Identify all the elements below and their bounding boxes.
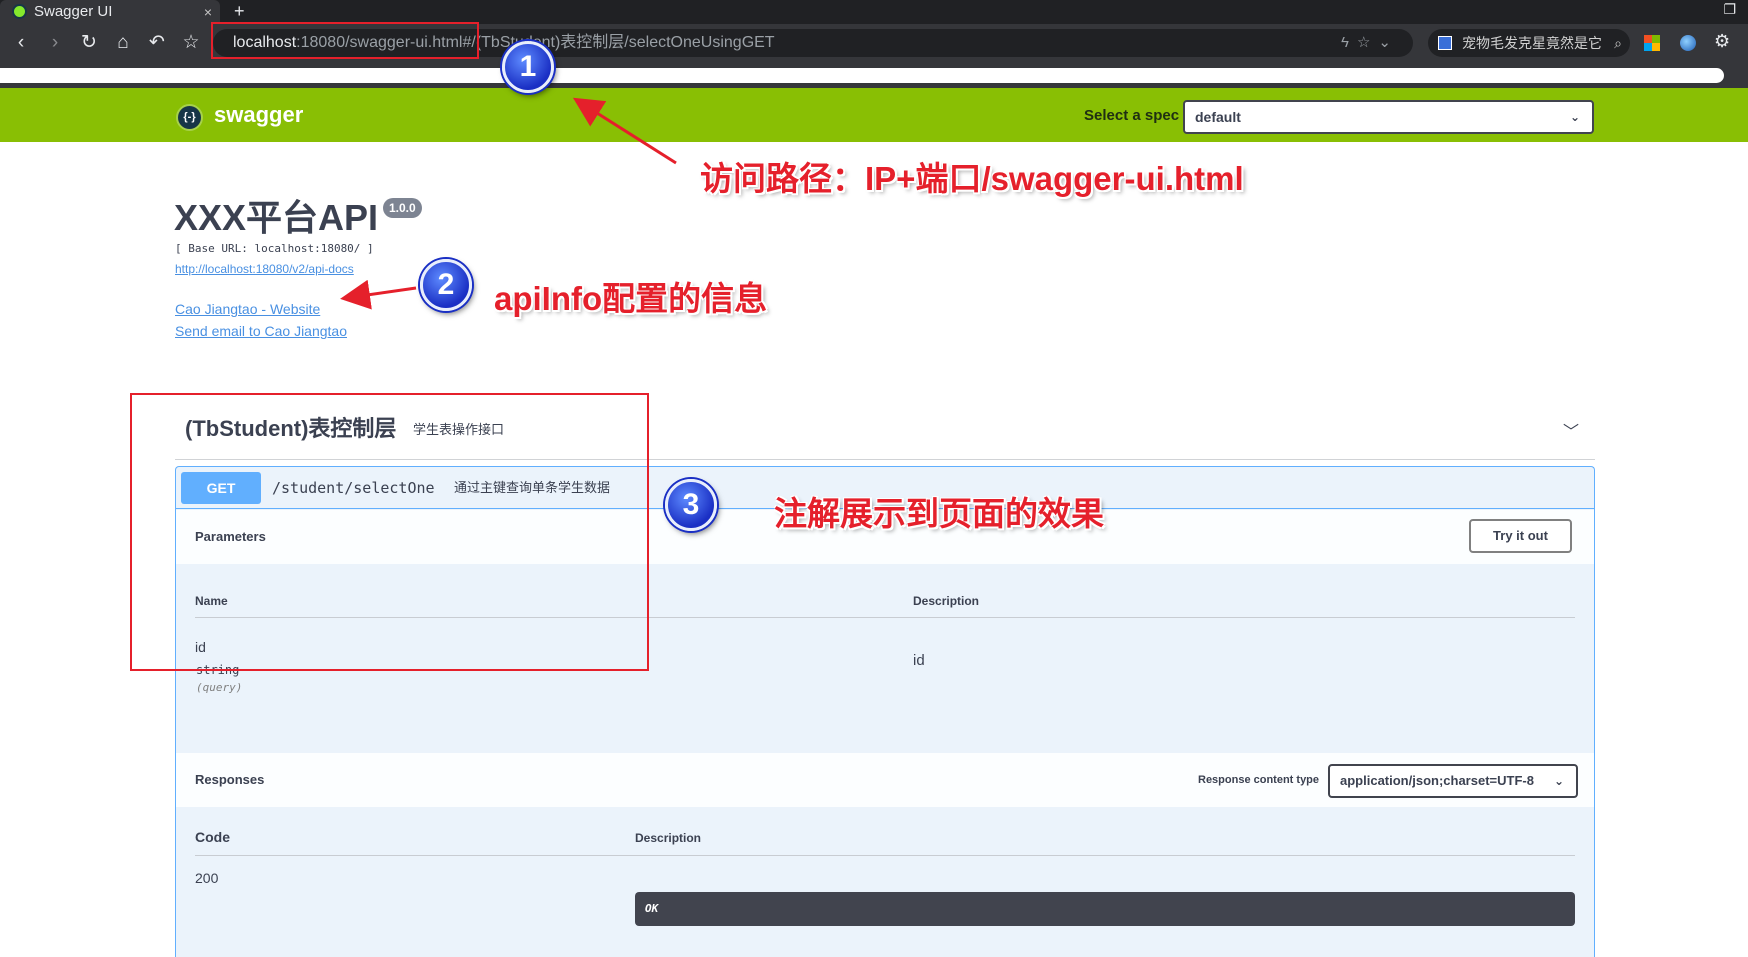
- response-header-code: Code: [195, 829, 230, 845]
- forward-icon[interactable]: ›: [42, 30, 68, 56]
- annotation-badge-3: 3: [665, 479, 717, 531]
- chevron-down-icon[interactable]: ﹀: [1563, 418, 1579, 442]
- browser-tab-bar: Swagger UI × + ❐: [0, 0, 1748, 24]
- search-box[interactable]: 宠物毛发克星竟然是它 ⌕: [1428, 29, 1630, 57]
- swagger-topbar: {-} swagger Select a spec default ⌄: [0, 88, 1748, 142]
- back-icon[interactable]: ‹: [8, 30, 34, 56]
- annotation-tag-box: [130, 393, 649, 671]
- version-badge: 1.0.0: [383, 198, 422, 218]
- new-tab-icon[interactable]: +: [234, 0, 245, 22]
- swagger-logo-icon[interactable]: {-}: [176, 104, 203, 131]
- address-bar-icons[interactable]: ϟ☆⌄: [1341, 29, 1399, 57]
- annotation-note-2: apiInfo配置的信息: [494, 280, 768, 317]
- api-title: XXX平台API: [174, 197, 379, 238]
- chevron-down-icon: ⌄: [1569, 110, 1580, 124]
- response-content-type-select[interactable]: application/json;charset=UTF-8 ⌄: [1328, 764, 1578, 798]
- responses-header: Responses Response content type applicat…: [176, 753, 1594, 807]
- table-divider: [195, 855, 1575, 856]
- search-engine-icon: [1438, 36, 1452, 50]
- orb-extension-icon[interactable]: [1680, 35, 1696, 51]
- try-it-out-button[interactable]: Try it out: [1469, 519, 1572, 553]
- annotation-badge-1: 1: [502, 41, 554, 93]
- response-code: 200: [195, 870, 219, 886]
- response-description: OK: [645, 902, 659, 915]
- chevron-down-icon: ⌄: [1553, 774, 1564, 788]
- spec-select-value: default: [1195, 109, 1241, 125]
- search-icon[interactable]: ⌕: [1614, 29, 1622, 57]
- contact-email-link[interactable]: Send email to Cao Jiangtao: [175, 323, 347, 339]
- param-header-description: Description: [913, 594, 980, 608]
- annotation-url-box: [211, 22, 479, 59]
- response-content-type-label: Response content type: [1198, 774, 1320, 786]
- base-url: [ Base URL: localhost:18080/ ]: [175, 242, 374, 255]
- home-icon[interactable]: ⌂: [110, 30, 136, 56]
- spec-select[interactable]: default ⌄: [1183, 100, 1594, 134]
- param-location: (query): [196, 681, 243, 694]
- contact-website-link[interactable]: Cao Jiangtao - Website: [175, 301, 320, 317]
- swagger-favicon-icon: [12, 4, 27, 19]
- annotation-note-3: 注解展示到页面的效果: [774, 495, 1104, 532]
- screenshot-root: Swagger UI × + ❐ ‹ › ↻ ⌂ ↶ ☆ localhost:1…: [0, 0, 1748, 957]
- restore-window-icon[interactable]: ❐: [1723, 1, 1736, 18]
- tab-title: Swagger UI: [34, 3, 113, 20]
- browser-tab[interactable]: Swagger UI ×: [0, 0, 220, 24]
- gear-icon[interactable]: ⚙: [1714, 32, 1734, 50]
- undo-icon[interactable]: ↶: [144, 30, 170, 56]
- search-suggestion: 宠物毛发克星竟然是它: [1462, 35, 1602, 51]
- response-content-type-value: application/json;charset=UTF-8: [1340, 773, 1534, 788]
- param-description: id: [913, 652, 925, 669]
- annotation-arrow-2: [340, 279, 417, 310]
- bookmarks-bar-strip: [0, 68, 1724, 83]
- windows-extension-icon[interactable]: [1644, 35, 1660, 51]
- annotation-badge-2: 2: [420, 259, 472, 311]
- response-header-description: Description: [635, 831, 702, 845]
- annotation-note-1: 访问路径：IP+端口/swagger-ui.html: [700, 160, 1244, 197]
- reload-icon[interactable]: ↻: [76, 30, 102, 56]
- close-icon[interactable]: ×: [204, 0, 212, 24]
- select-spec-label: Select a spec: [1084, 107, 1180, 124]
- star-icon[interactable]: ☆: [178, 30, 204, 56]
- response-description-box: OK: [635, 892, 1575, 926]
- api-docs-link[interactable]: http://localhost:18080/v2/api-docs: [175, 262, 354, 276]
- swagger-brand[interactable]: swagger: [214, 100, 303, 130]
- responses-title: Responses: [195, 772, 265, 787]
- bookmarks-bar: [0, 62, 1748, 88]
